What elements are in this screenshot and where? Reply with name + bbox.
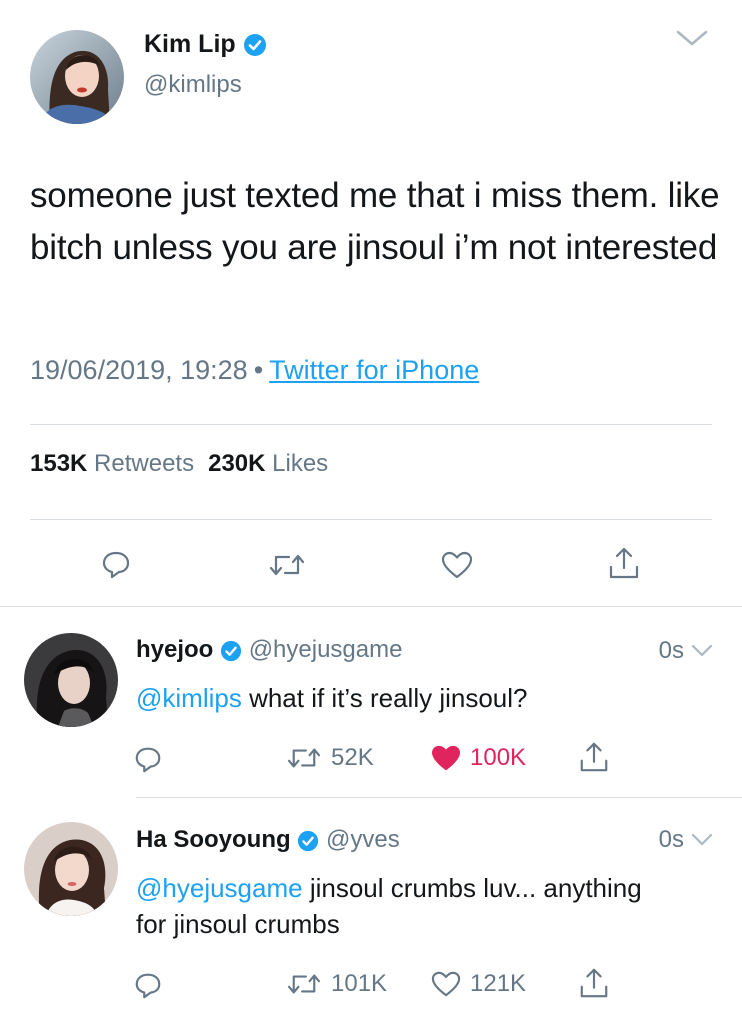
chevron-down-icon[interactable] <box>690 643 714 659</box>
share-button[interactable] <box>607 545 641 581</box>
reply-button[interactable] <box>133 970 163 1000</box>
chevron-down-icon[interactable] <box>690 832 714 848</box>
reply-icon <box>135 973 161 999</box>
retweets-stat[interactable]: 153K Retweets <box>30 450 194 477</box>
reply-author-name[interactable]: Ha Sooyoung <box>136 826 291 853</box>
reply-time: 0s <box>659 637 714 665</box>
like-button[interactable]: 100K <box>430 744 526 772</box>
reply-text: @hyejusgame jinsoul crumbs luv... anythi… <box>136 870 656 942</box>
reply-author-name[interactable]: hyejoo <box>136 636 213 663</box>
chevron-down-icon[interactable] <box>674 26 710 55</box>
tweet-text: someone just texted me that i miss them.… <box>30 176 720 267</box>
retweet-button[interactable] <box>267 550 307 580</box>
share-button[interactable] <box>578 740 610 774</box>
verified-badge-icon <box>297 830 319 852</box>
reply-button[interactable] <box>133 744 163 774</box>
reply-avatar[interactable] <box>24 633 118 727</box>
retweet-button[interactable]: 52K <box>285 744 374 772</box>
heart-icon <box>441 551 473 579</box>
share-button[interactable] <box>578 966 610 1000</box>
reply-time: 0s <box>659 826 714 854</box>
reply-header: Ha Sooyoung @yves <box>136 826 400 854</box>
tweet-source-link[interactable]: Twitter for iPhone <box>269 355 479 385</box>
reply-avatar-image <box>24 822 118 916</box>
reply-retweet-count: 52K <box>331 744 374 771</box>
reply-retweet-count: 101K <box>331 970 388 997</box>
author-name[interactable]: Kim Lip <box>144 30 236 58</box>
reply-icon <box>102 551 130 579</box>
author-handle[interactable]: @kimlips <box>144 71 242 99</box>
reply-avatar-image <box>24 633 118 727</box>
reply-timestamp: 0s <box>658 637 684 664</box>
like-button[interactable] <box>440 550 474 580</box>
verified-badge-icon <box>243 33 267 57</box>
tweet-timestamp: 19/06/2019, 19:28 <box>30 355 248 385</box>
divider <box>136 797 742 798</box>
reply-text: @kimlips what if it’s really jinsoul? <box>136 680 696 716</box>
reply-body: what if it’s really jinsoul? <box>241 683 528 713</box>
retweet-icon <box>269 554 305 576</box>
retweet-button[interactable]: 101K <box>285 970 387 998</box>
retweet-icon <box>287 974 321 994</box>
author-avatar[interactable] <box>30 30 124 124</box>
share-icon <box>609 547 639 579</box>
reply-avatar[interactable] <box>24 822 118 916</box>
like-button[interactable]: 121K <box>430 970 526 998</box>
divider <box>30 519 712 520</box>
reply-author-handle[interactable]: @hyejusgame <box>249 636 403 663</box>
author-avatar-image <box>30 30 124 124</box>
verified-badge-icon <box>220 640 242 662</box>
tweet-stats: 153K Retweets 230K Likes <box>30 450 328 478</box>
share-icon <box>580 742 608 772</box>
reply-like-count: 121K <box>470 970 527 997</box>
reply-header: hyejoo @hyejusgame <box>136 636 402 664</box>
reply-author-handle[interactable]: @yves <box>326 826 400 853</box>
reply-icon <box>135 747 161 773</box>
retweet-icon <box>287 748 321 768</box>
reply-like-count: 100K <box>470 744 527 771</box>
reply-mention-link[interactable]: @kimlips <box>136 683 242 713</box>
divider <box>0 606 742 607</box>
author-name-row: Kim Lip <box>144 30 267 59</box>
meta-separator: • <box>253 355 264 385</box>
reply-mention-link[interactable]: @hyejusgame <box>136 873 303 903</box>
share-icon <box>580 968 608 998</box>
heart-icon <box>431 971 461 997</box>
heart-icon <box>432 745 460 771</box>
tweet-meta: 19/06/2019, 19:28 • Twitter for iPhone <box>30 355 479 386</box>
reply-button[interactable] <box>100 548 132 580</box>
divider <box>30 424 712 425</box>
reply-timestamp: 0s <box>658 826 684 853</box>
likes-stat[interactable]: 230K Likes <box>208 450 328 477</box>
